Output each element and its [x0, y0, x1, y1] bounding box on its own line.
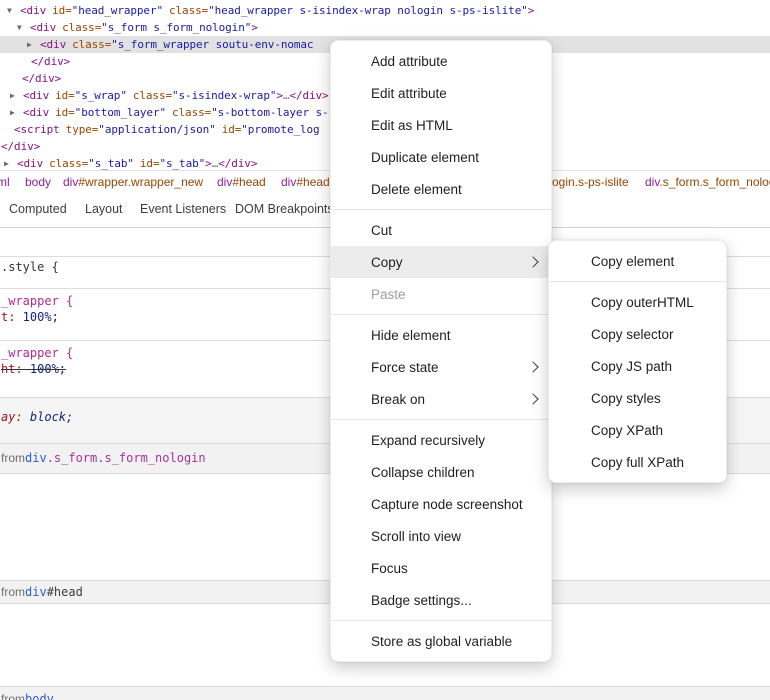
- menu-item-copy-outerhtml[interactable]: Copy outerHTML: [549, 286, 726, 318]
- menu-separator: [331, 419, 551, 420]
- expand-arrow-icon[interactable]: ▼: [17, 19, 30, 36]
- breadcrumb-item[interactable]: div#head: [281, 175, 330, 189]
- menu-item-copy-element[interactable]: Copy element: [549, 245, 726, 277]
- expand-arrow-icon[interactable]: ▼: [7, 2, 20, 19]
- expand-arrow-icon[interactable]: ▶: [10, 104, 23, 121]
- menu-item-copy-styles[interactable]: Copy styles: [549, 382, 726, 414]
- breadcrumb-item[interactable]: body: [25, 175, 51, 189]
- menu-item-focus[interactable]: Focus: [331, 552, 551, 584]
- breadcrumb-item[interactable]: html: [0, 175, 10, 189]
- dom-tree-row[interactable]: ▼<divid="head_wrapper"class="head_wrappe…: [0, 2, 770, 19]
- inherited-from-bar: frombody: [0, 686, 770, 700]
- expand-arrow-icon[interactable]: ▶: [10, 87, 23, 104]
- context-menu: Add attribute Edit attribute Edit as HTM…: [330, 40, 552, 662]
- tab-layout[interactable]: Layout: [85, 202, 123, 216]
- css-rule-selector[interactable]: _wrapper {: [1, 346, 73, 360]
- copy-submenu: Copy element Copy outerHTML Copy selecto…: [548, 240, 727, 483]
- menu-separator: [331, 314, 551, 315]
- menu-item-hide-element[interactable]: Hide element: [331, 319, 551, 351]
- menu-item-copy[interactable]: Copy: [331, 246, 551, 278]
- css-declaration-inherited[interactable]: ay: block;: [1, 410, 73, 424]
- element-style-selector[interactable]: .style {: [1, 260, 59, 274]
- menu-item-edit-as-html[interactable]: Edit as HTML: [331, 109, 551, 141]
- menu-item-expand-recursively[interactable]: Expand recursively: [331, 424, 551, 456]
- inherited-from-link[interactable]: fromdiv#head: [1, 585, 83, 599]
- menu-item-collapse-children[interactable]: Collapse children: [331, 456, 551, 488]
- submenu-chevron-icon: [527, 361, 538, 372]
- menu-item-delete-element[interactable]: Delete element: [331, 173, 551, 205]
- devtools-window: ▼<divid="head_wrapper"class="head_wrappe…: [0, 0, 770, 700]
- menu-item-capture-node-screenshot[interactable]: Capture node screenshot: [331, 488, 551, 520]
- breadcrumb-item[interactable]: div.s_form.s_form_nologin: [645, 175, 770, 189]
- expand-arrow-icon[interactable]: ▶: [27, 36, 40, 53]
- menu-item-copy-selector[interactable]: Copy selector: [549, 318, 726, 350]
- breadcrumb-item[interactable]: ogin.s-ps-islite: [552, 175, 629, 189]
- tab-event-listeners[interactable]: Event Listeners: [140, 202, 226, 216]
- tab-computed[interactable]: Computed: [9, 202, 67, 216]
- css-declaration-overridden[interactable]: ht: 100%;: [1, 362, 66, 376]
- tab-dom-breakpoints[interactable]: DOM Breakpoints: [235, 202, 334, 216]
- menu-item-copy-js-path[interactable]: Copy JS path: [549, 350, 726, 382]
- menu-item-cut[interactable]: Cut: [331, 214, 551, 246]
- submenu-chevron-icon: [527, 256, 538, 267]
- css-rule-selector[interactable]: _wrapper {: [1, 294, 73, 308]
- menu-item-duplicate-element[interactable]: Duplicate element: [331, 141, 551, 173]
- dom-tree-row[interactable]: ▼<divclass="s_form s_form_nologin">: [0, 19, 770, 36]
- menu-item-force-state[interactable]: Force state: [331, 351, 551, 383]
- submenu-chevron-icon: [527, 393, 538, 404]
- menu-item-paste: Paste: [331, 278, 551, 310]
- css-declaration[interactable]: t: 100%;: [1, 310, 59, 324]
- inherited-from-link[interactable]: fromdiv.s_form.s_form_nologin: [1, 451, 206, 465]
- menu-separator: [331, 209, 551, 210]
- breadcrumb-item[interactable]: div#wrapper.wrapper_new: [63, 175, 203, 189]
- menu-separator: [331, 620, 551, 621]
- menu-item-break-on[interactable]: Break on: [331, 383, 551, 415]
- menu-item-store-as-global-variable[interactable]: Store as global variable: [331, 625, 551, 657]
- menu-item-scroll-into-view[interactable]: Scroll into view: [331, 520, 551, 552]
- menu-item-badge-settings[interactable]: Badge settings...: [331, 584, 551, 616]
- menu-item-copy-full-xpath[interactable]: Copy full XPath: [549, 446, 726, 478]
- menu-separator: [549, 281, 726, 282]
- menu-item-edit-attribute[interactable]: Edit attribute: [331, 77, 551, 109]
- menu-item-add-attribute[interactable]: Add attribute: [331, 45, 551, 77]
- breadcrumb-item[interactable]: div#head: [217, 175, 266, 189]
- inherited-from-link[interactable]: frombody: [1, 692, 54, 700]
- menu-item-copy-xpath[interactable]: Copy XPath: [549, 414, 726, 446]
